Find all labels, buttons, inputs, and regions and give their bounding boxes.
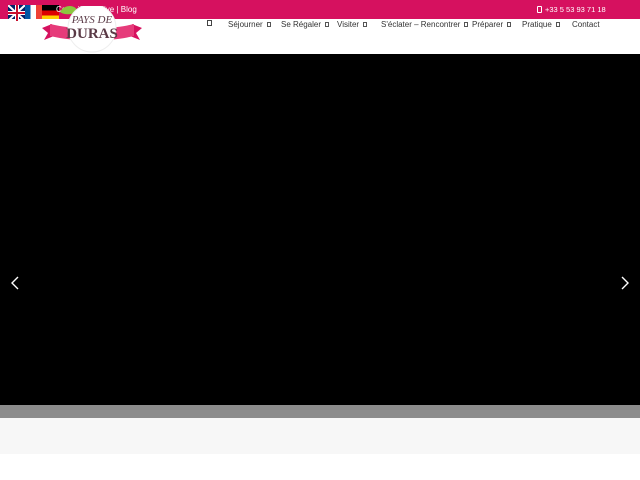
chevron-right-icon [621,276,629,290]
phone-icon [537,6,542,13]
nav-label: Visiter [337,20,360,29]
chevron-left-icon [11,276,19,290]
nav-item-seclater-rencontrer[interactable]: S'éclater – Rencontrer [381,20,469,30]
chevron-down-icon [464,22,469,27]
chevron-down-icon [325,22,330,27]
logo-graphic: PAYS DE DURAS [42,3,142,53]
page-bottom [0,454,640,480]
logo-line2: DURAS [66,26,118,42]
chevron-down-icon [507,22,512,27]
phone-text: +33 5 53 93 71 18 [545,5,606,14]
slider-next-button[interactable] [620,276,630,290]
nav-item-sejourner[interactable]: Séjourner [228,20,271,30]
nav-item-se-regaler[interactable]: Se Régaler [281,20,330,30]
uk-flag-icon[interactable] [8,5,25,21]
chevron-down-icon [266,22,271,27]
slider-prev-button[interactable] [10,276,20,290]
slider-bottom-band [0,405,640,418]
nav-item-pratique[interactable]: Pratique [522,20,560,30]
nav-item-preparer[interactable]: Préparer [472,20,512,30]
nav-item-visiter[interactable]: Visiter [337,20,368,30]
content-section [0,418,640,454]
phone-number[interactable]: +33 5 53 93 71 18 [537,5,606,14]
home-icon[interactable] [207,20,212,26]
logo-line1: PAYS DE [71,14,113,26]
chevron-down-icon [555,22,560,27]
chevron-down-icon [363,22,368,27]
nav-label: Contact [572,20,600,29]
site-logo[interactable]: PAYS DE DURAS [40,3,144,66]
nav-label: Se Régaler [281,20,322,29]
hero-slider [0,54,640,405]
nav-label: Préparer [472,20,504,29]
nav-label: Séjourner [228,20,263,29]
nav-item-contact[interactable]: Contact [572,20,600,30]
nav-label: Pratique [522,20,552,29]
nav-label: S'éclater – Rencontrer [381,20,461,29]
